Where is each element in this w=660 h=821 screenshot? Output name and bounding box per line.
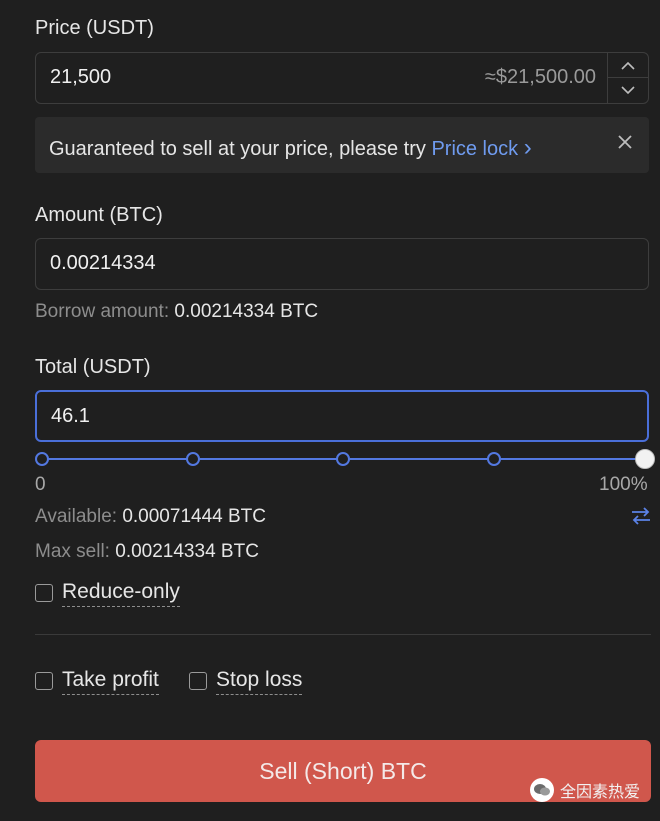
price-input[interactable]: 21,500 ≈$21,500.00 [35,52,649,104]
price-lock-link[interactable]: Price lock › [431,134,531,161]
decrement-button[interactable] [608,78,648,103]
borrow-amount-label: Borrow amount: [35,301,170,322]
slider-node-0[interactable] [35,452,49,466]
slider-node-75[interactable] [487,452,501,466]
price-label: Price (USDT) [35,17,154,39]
total-input[interactable]: 46.1 [35,390,649,442]
reduce-only-label[interactable]: Reduce-only [62,580,180,607]
amount-input[interactable]: 0.00214334 [35,238,649,290]
transfer-icon[interactable] [630,505,652,532]
max-sell-label: Max sell: [35,541,110,562]
take-profit-checkbox[interactable] [35,672,53,690]
amount-label: Amount (BTC) [35,204,163,226]
watermark: 全因素热爱 [530,778,640,802]
take-profit-label[interactable]: Take profit [62,668,159,695]
chevron-up-icon [621,61,635,70]
price-value[interactable]: 21,500 [50,66,111,89]
total-label: Total (USDT) [35,356,151,378]
slider-node-25[interactable] [186,452,200,466]
chevron-down-icon [621,86,635,95]
price-lock-message: Guaranteed to sell at your price, please… [49,138,426,160]
price-usd-equivalent: ≈$21,500.00 [484,66,596,88]
total-value[interactable]: 46.1 [51,405,90,428]
reduce-only-checkbox[interactable] [35,584,53,602]
wechat-logo-icon [530,778,554,802]
available-label: Available: [35,506,118,527]
max-sell: Max sell: 0.00214334 BTC [35,541,259,563]
available-value: 0.00071444 BTC [122,506,266,527]
price-lock-link-label[interactable]: Price lock [431,138,518,160]
amount-value[interactable]: 0.00214334 [50,252,156,275]
chevron-right-icon[interactable]: › [524,134,532,161]
price-lock-banner: Guaranteed to sell at your price, please… [35,117,649,173]
price-stepper[interactable] [607,53,648,103]
slider-handle[interactable] [635,449,655,469]
watermark-text: 全因素热爱 [560,782,641,801]
slider-max-label: 100% [599,474,648,495]
slider-min-label: 0 [35,474,46,495]
stop-loss-checkbox[interactable] [189,672,207,690]
price-lock-text: Guaranteed to sell at your price, please… [49,134,532,162]
slider-node-50[interactable] [336,452,350,466]
stop-loss-label[interactable]: Stop loss [216,668,303,695]
close-icon[interactable] [617,134,633,155]
max-sell-value: 0.00214334 BTC [115,541,259,562]
divider [35,634,651,635]
increment-button[interactable] [608,53,648,78]
borrow-amount: Borrow amount: 0.00214334 BTC [35,301,318,323]
available-balance: Available: 0.00071444 BTC [35,506,266,528]
borrow-amount-value: 0.00214334 BTC [174,301,319,322]
